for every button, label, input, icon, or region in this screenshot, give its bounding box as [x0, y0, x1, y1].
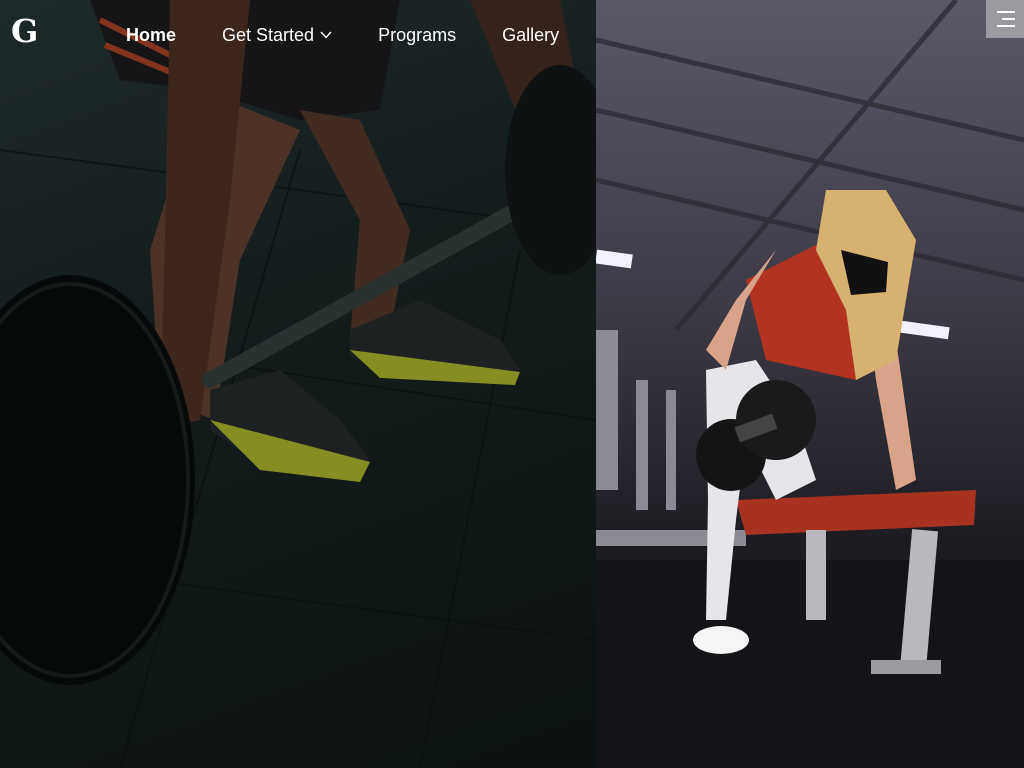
nav-item-home[interactable]: Home [126, 25, 176, 46]
nav-item-label: Programs [378, 24, 457, 45]
hamburger-menu-icon [997, 11, 1015, 13]
page: G Home Get Started Programs Gallery [0, 0, 1024, 768]
image-overlay [0, 0, 596, 768]
hamburger-line [1002, 18, 1015, 20]
nav-item-programs[interactable]: Programs [378, 25, 456, 46]
nav-item-label: Gallery [502, 24, 560, 45]
site-logo[interactable]: G [11, 14, 38, 48]
menu-button[interactable] [986, 0, 1024, 38]
dumbbell-row-photo [596, 0, 1024, 768]
nav-item-get-started[interactable]: Get Started [222, 25, 332, 46]
nav-item-gallery[interactable]: Gallery [502, 25, 559, 46]
nav-item-label: Home [126, 24, 177, 45]
deadlift-photo [0, 0, 596, 768]
chevron-down-icon [320, 31, 332, 39]
nav-item-label: Get Started [222, 24, 315, 45]
main-nav: Home Get Started Programs Gallery [126, 22, 605, 48]
hamburger-line [997, 25, 1015, 27]
